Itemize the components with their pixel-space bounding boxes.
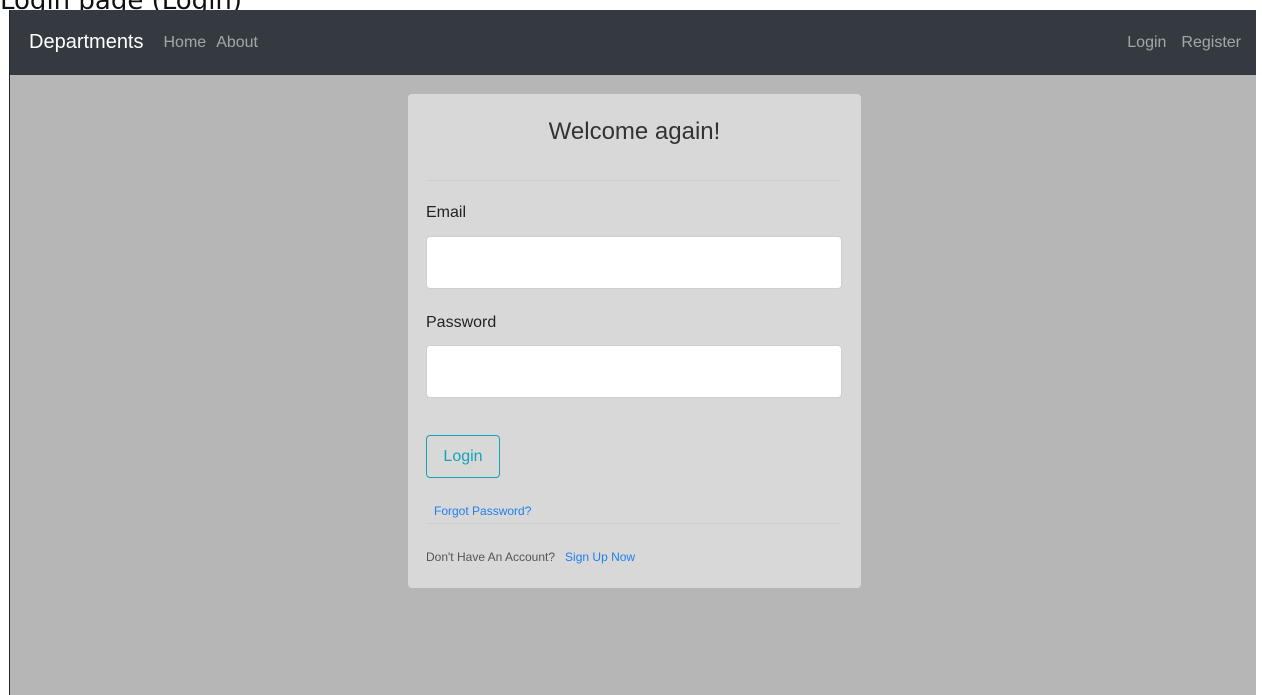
no-account-text: Don't Have An Account? — [426, 550, 556, 564]
navbar-brand[interactable]: Departments — [29, 31, 144, 54]
card-header-divider — [426, 180, 841, 181]
login-card: Welcome again! Email Password Login Forg… — [408, 94, 861, 588]
navbar: Departments Home About Login Register — [10, 10, 1256, 75]
signup-row: Don't Have An Account? Sign Up Now — [426, 550, 635, 564]
email-field[interactable] — [426, 236, 842, 289]
password-field[interactable] — [426, 345, 842, 398]
email-label: Email — [426, 204, 467, 221]
navbar-right: Login Register — [1112, 34, 1241, 52]
footer-divider — [426, 523, 841, 524]
nav-link-home[interactable]: Home — [164, 34, 207, 52]
login-button[interactable]: Login — [426, 435, 500, 478]
card-title: Welcome again! — [548, 118, 721, 145]
signup-link[interactable]: Sign Up Now — [565, 550, 635, 564]
nav-link-about[interactable]: About — [216, 34, 258, 52]
browser-viewport: Departments Home About Login Register We… — [9, 10, 1256, 695]
nav-link-register[interactable]: Register — [1181, 34, 1241, 52]
nav-link-login[interactable]: Login — [1127, 34, 1166, 52]
forgot-password-link[interactable]: Forgot Password? — [434, 504, 531, 518]
password-label: Password — [426, 314, 497, 331]
